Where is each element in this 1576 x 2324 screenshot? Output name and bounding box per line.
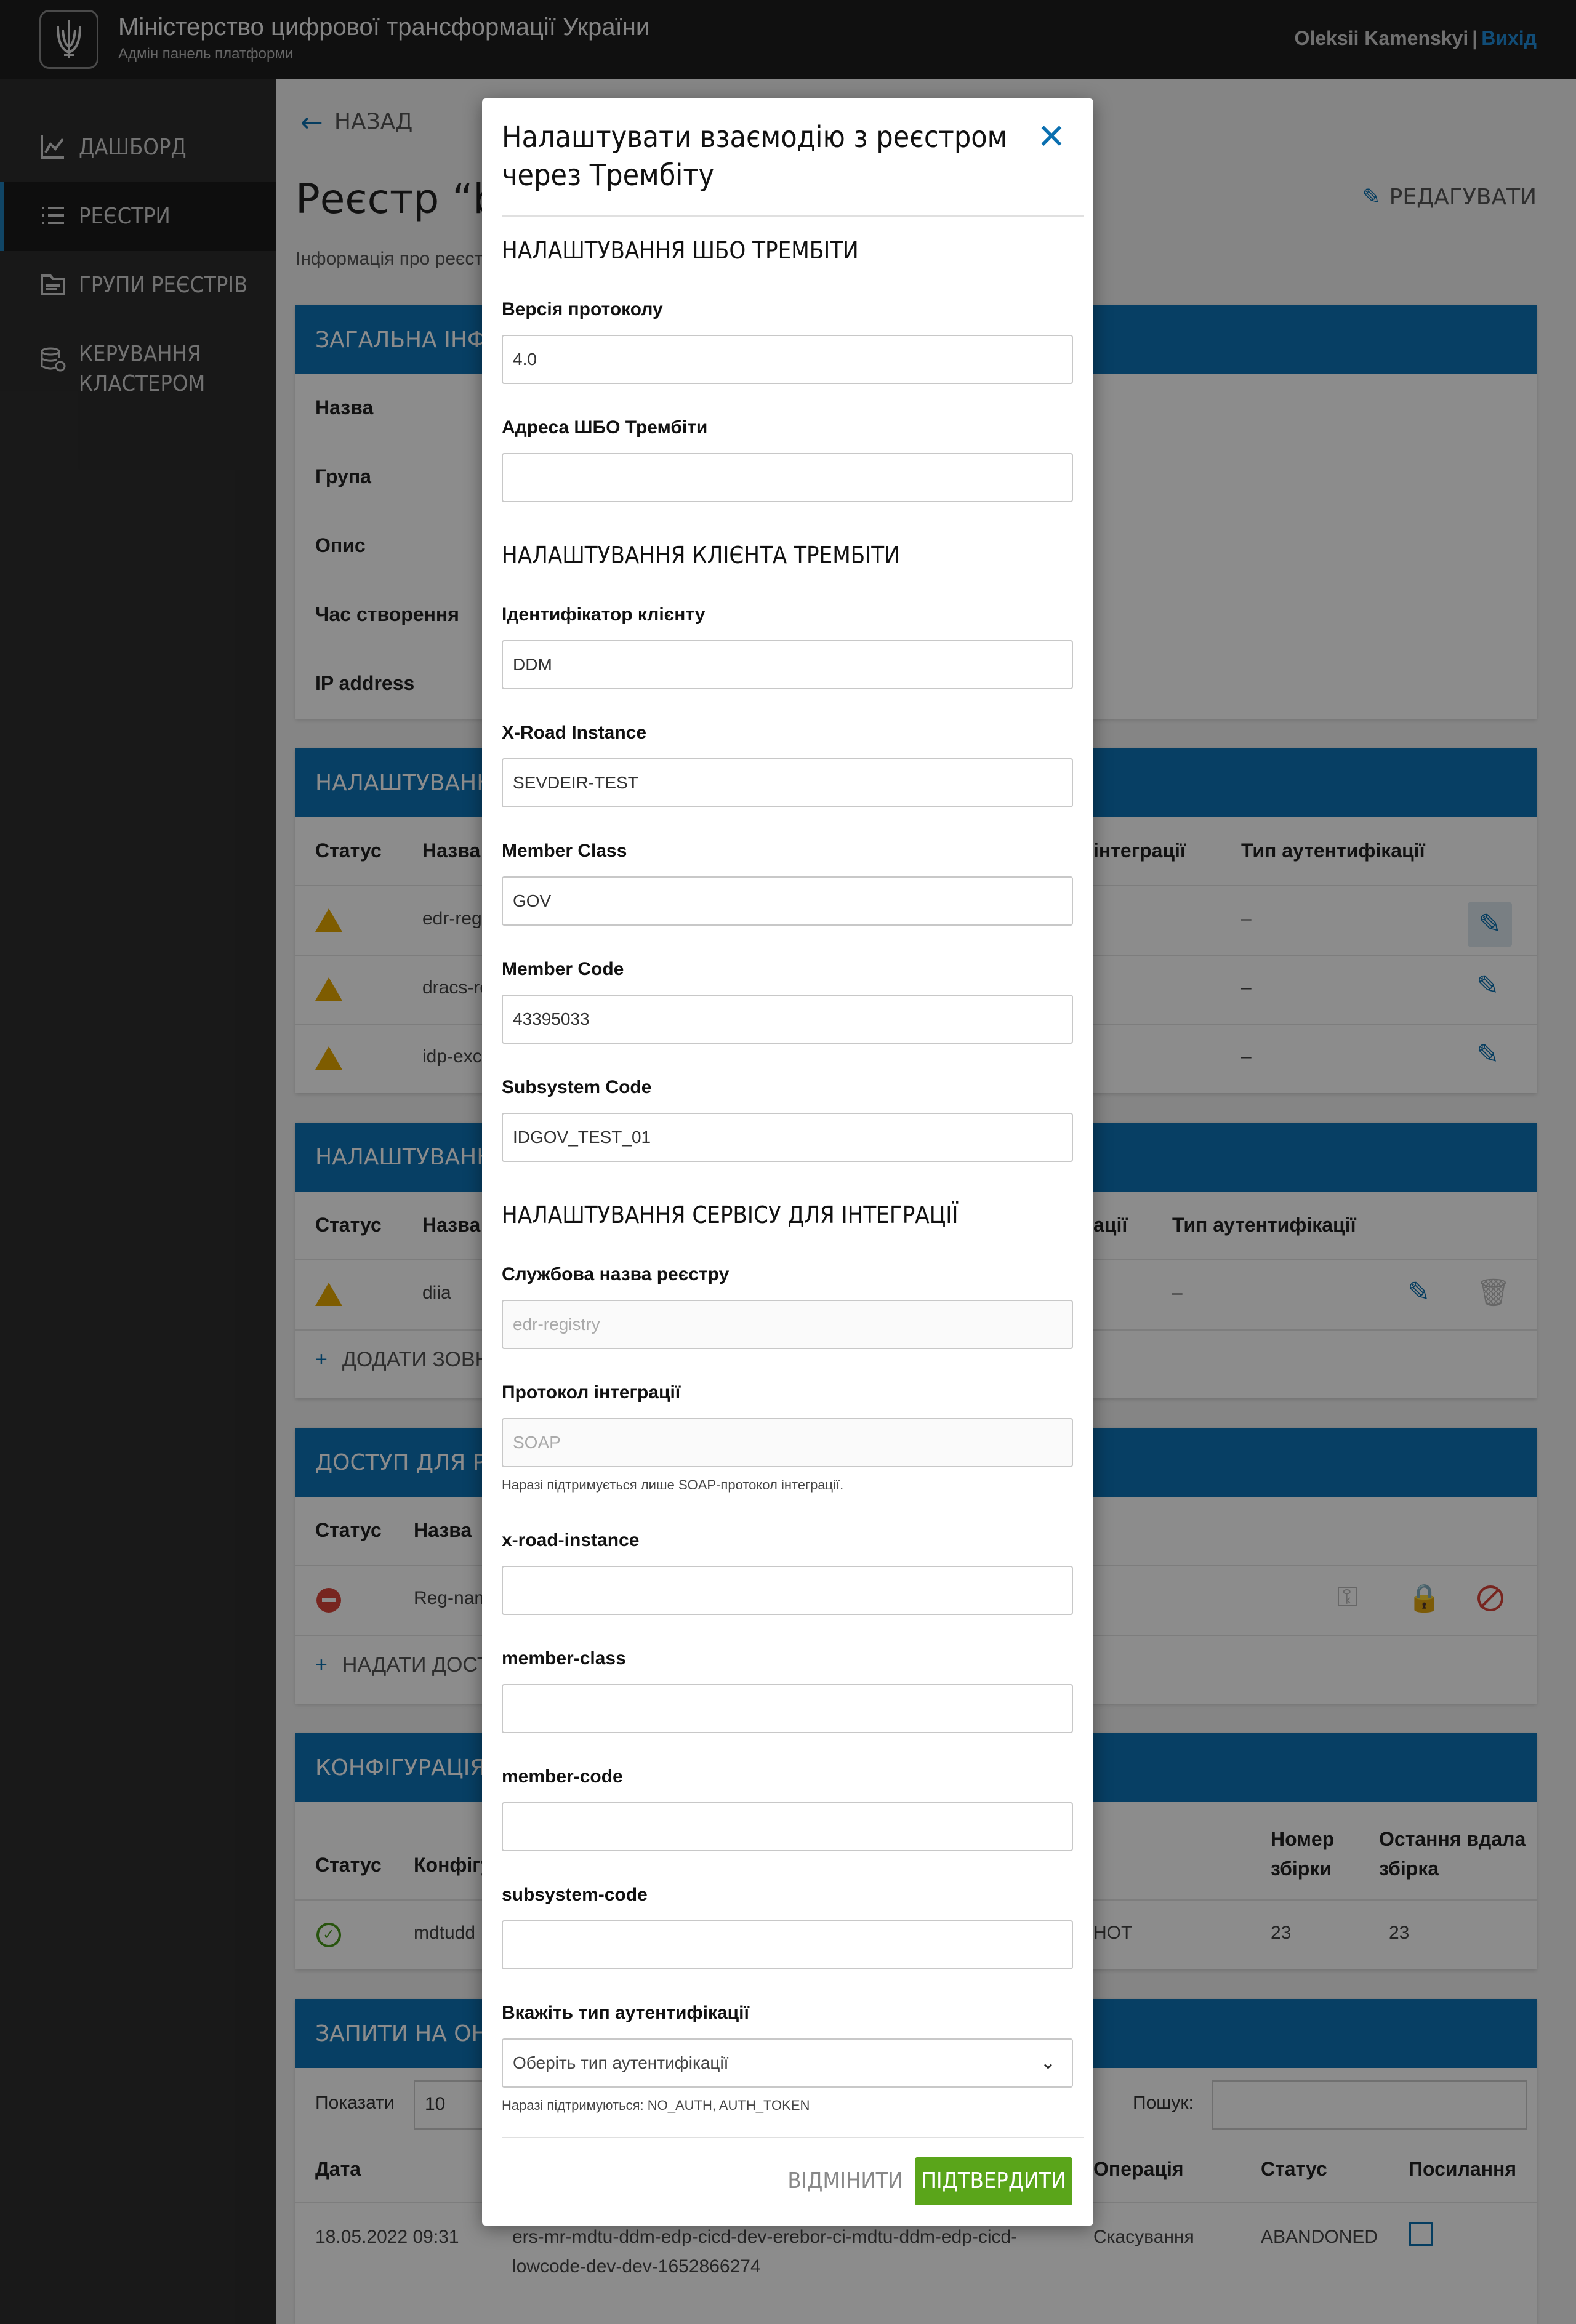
chevron-down-icon: ⌄: [1040, 2053, 1056, 2073]
modal-divider: [502, 2137, 1084, 2138]
int-protocol-label: Протокол інтеграції: [502, 1382, 681, 1403]
protocol-label: Версія протоколу: [502, 299, 663, 319]
address-label: Адреса ШБО Трембіти: [502, 417, 708, 438]
client-id-label: Ідентифікатор клієнту: [502, 604, 706, 625]
auth-type-select[interactable]: Оберіть тип аутентифікації ⌄: [502, 2038, 1073, 2088]
xroad-label: X-Road Instance: [502, 723, 647, 743]
section-title: Налаштування клієнта Трембіти: [502, 542, 900, 569]
member-code-label: Member Code: [502, 959, 624, 979]
svc-xroad-instance-input[interactable]: [502, 1566, 1073, 1615]
auth-hint: Наразі підтримуються: NO_AUTH, AUTH_TOKE…: [502, 2098, 810, 2113]
svc-member-class-input[interactable]: [502, 1684, 1073, 1733]
svc-subsystem-code-input[interactable]: [502, 1920, 1073, 1969]
cancel-button[interactable]: Відмінити: [778, 2163, 913, 2200]
svc-member-class-label: member-class: [502, 1648, 626, 1669]
protocol-hint: Наразі підтримується лише SOAP-протокол …: [502, 1477, 844, 1493]
subsystem-code-input[interactable]: [502, 1113, 1073, 1162]
service-name-label: Службова назва реєстру: [502, 1264, 730, 1284]
svc-member-code-label: member-code: [502, 1766, 623, 1787]
svc-subsystem-label: subsystem-code: [502, 1885, 648, 1905]
service-name-input[interactable]: [502, 1300, 1073, 1349]
svc-member-code-input[interactable]: [502, 1802, 1073, 1851]
auth-placeholder: Оберіть тип аутентифікації: [513, 2053, 729, 2072]
section-title: Налаштування сервісу для інтеграції: [502, 1201, 959, 1228]
section-title: Налаштування ШБО Трембіти: [502, 237, 859, 264]
xroad-instance-input[interactable]: [502, 758, 1073, 807]
member-class-input[interactable]: [502, 876, 1073, 926]
close-icon[interactable]: ✕: [1033, 118, 1070, 155]
subsystem-label: Subsystem Code: [502, 1077, 652, 1097]
member-code-input[interactable]: [502, 995, 1073, 1044]
svc-xroad-label: x-road-instance: [502, 1530, 640, 1550]
member-class-label: Member Class: [502, 841, 627, 861]
protocol-version-input[interactable]: [502, 335, 1073, 384]
modal-divider: [502, 215, 1084, 217]
integration-protocol-input[interactable]: [502, 1418, 1073, 1467]
confirm-button[interactable]: Підтвердити: [915, 2157, 1072, 2205]
auth-label: Вкажіть тип аутентифікації: [502, 2003, 749, 2023]
client-id-input[interactable]: [502, 640, 1073, 689]
trembita-settings-modal: Налаштувати взаємодію з реєстром через Т…: [482, 98, 1093, 2226]
trembita-address-input[interactable]: [502, 453, 1073, 502]
modal-title: Налаштувати взаємодію з реєстром через Т…: [502, 120, 1008, 193]
